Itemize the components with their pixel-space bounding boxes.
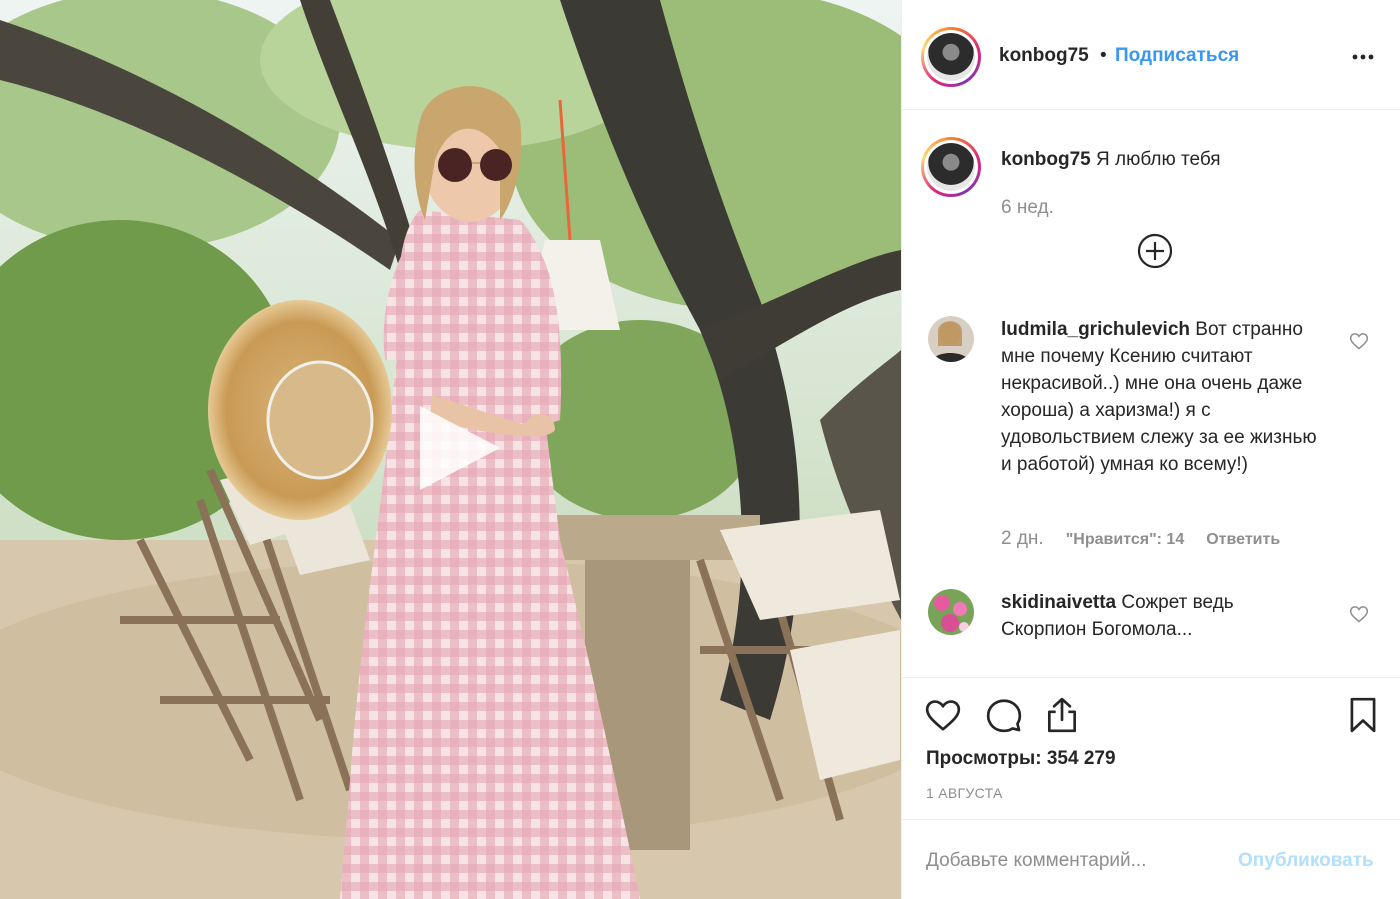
comment-body: skidinaivetta Сожрет ведь Скорпион Богом…	[1001, 589, 1251, 643]
caption-text: Я люблю тебя	[1096, 149, 1221, 170]
plus-circle-icon[interactable]	[1137, 233, 1173, 269]
comment-composer: Опубликовать	[902, 819, 1400, 899]
caption-username[interactable]: konbog75	[1001, 149, 1091, 170]
author-avatar[interactable]	[921, 27, 981, 87]
follow-button[interactable]: Подписаться	[1115, 45, 1239, 67]
publish-button[interactable]: Опубликовать	[1238, 850, 1374, 872]
post-header: konbog75 • Подписаться	[902, 0, 1400, 110]
comments-list[interactable]: konbog75 Я люблю тебя 6 нед. ludmila_gri…	[902, 111, 1400, 677]
post-actions: Просмотры: 354 279 1 АВГУСТА	[902, 677, 1400, 819]
comment-heart-icon[interactable]	[1349, 604, 1369, 624]
views-count[interactable]: Просмотры: 354 279	[926, 748, 1116, 770]
bookmark-icon[interactable]	[1344, 696, 1382, 734]
caption-timestamp[interactable]: 6 нед.	[1001, 197, 1054, 219]
comment-likes-count[interactable]: "Нравится": 14	[1066, 531, 1185, 549]
separator-dot: •	[1100, 45, 1107, 66]
author-username[interactable]: konbog75	[999, 45, 1089, 67]
play-icon	[420, 406, 500, 490]
reply-button[interactable]: Ответить	[1206, 531, 1280, 549]
caption-author-avatar[interactable]	[921, 137, 981, 197]
post-caption: konbog75 Я люблю тебя	[1001, 149, 1221, 171]
share-upload-icon[interactable]	[1043, 696, 1081, 734]
comment-text: Вот странно мне почему Ксению считают не…	[1001, 319, 1317, 475]
commenter-username[interactable]: skidinaivetta	[1001, 592, 1116, 613]
post-details-panel: konbog75 • Подписаться konbog75 Я люблю …	[901, 0, 1400, 899]
post-video[interactable]	[0, 0, 901, 899]
comment-body: ludmila_grichulevich Вот странно мне поч…	[1001, 316, 1331, 478]
comment-bubble-icon[interactable]	[985, 696, 1023, 734]
comment-heart-icon[interactable]	[1349, 331, 1369, 351]
commenter-avatar[interactable]	[928, 316, 974, 362]
comment-meta: 2 дн. "Нравится": 14 Ответить	[1001, 528, 1280, 550]
comment-input[interactable]	[926, 846, 1216, 876]
commenter-avatar[interactable]	[928, 589, 974, 635]
play-button[interactable]	[408, 400, 504, 496]
comment-timestamp[interactable]: 2 дн.	[1001, 528, 1044, 550]
post-date[interactable]: 1 АВГУСТА	[926, 785, 1003, 801]
heart-icon[interactable]	[924, 696, 962, 734]
more-horizontal-icon[interactable]	[1351, 45, 1375, 69]
commenter-username[interactable]: ludmila_grichulevich	[1001, 319, 1190, 340]
